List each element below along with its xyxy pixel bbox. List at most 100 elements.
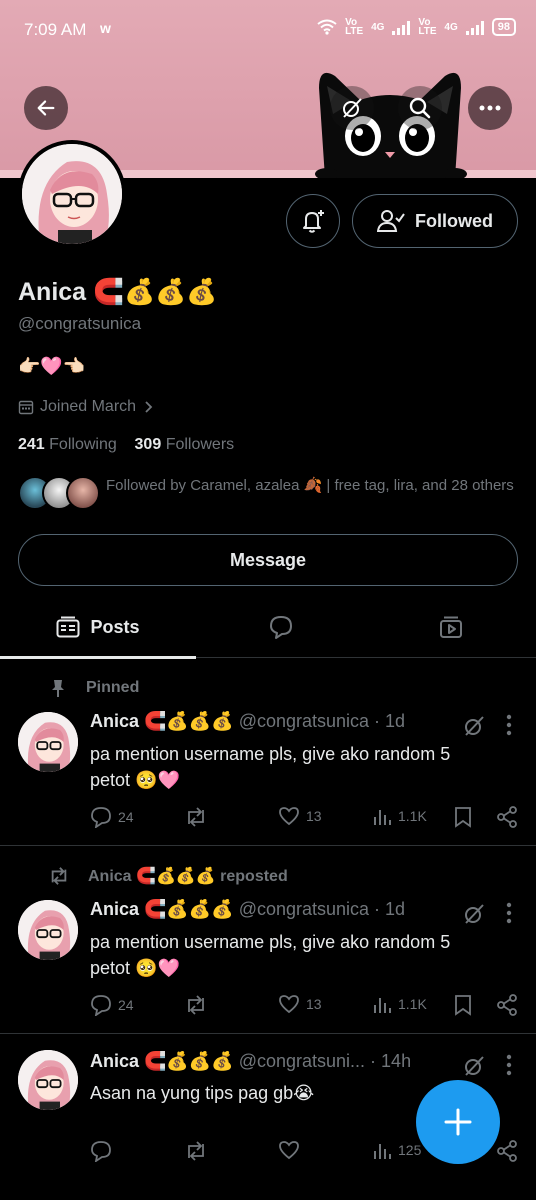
volte-label: Vo LTE — [345, 17, 364, 37]
reply-button[interactable] — [90, 1140, 118, 1162]
repost-button[interactable] — [184, 1140, 214, 1162]
repost-button[interactable] — [184, 994, 214, 1016]
following-button-label: Followed — [415, 210, 493, 231]
share-icon[interactable] — [496, 1140, 518, 1162]
heart-icon — [279, 1141, 299, 1160]
tab-posts[interactable]: Posts — [0, 596, 196, 659]
post-item[interactable]: Anica 🧲💰💰💰 reposted Anica 🧲💰💰💰 @congrats… — [0, 846, 536, 1034]
more-options-button[interactable] — [468, 86, 512, 130]
reply-button[interactable]: 24 — [90, 806, 134, 828]
followed-by[interactable]: Followed by Caramel, azalea 🍂 | free tag… — [18, 476, 518, 510]
like-button[interactable]: 13 — [278, 994, 322, 1014]
signal-icon-2 — [465, 19, 484, 35]
post-avatar[interactable] — [18, 900, 78, 960]
reply-icon — [91, 807, 111, 828]
follower-avatars — [18, 476, 106, 510]
like-button[interactable]: 13 — [278, 806, 322, 826]
bar-chart-icon — [374, 998, 391, 1013]
arrow-left-icon — [37, 100, 55, 116]
more-vertical-icon[interactable] — [506, 902, 512, 924]
message-button[interactable]: Message — [18, 534, 518, 586]
post-time: · 1d — [374, 899, 406, 919]
compose-post-button[interactable] — [416, 1080, 500, 1164]
avatar-image — [18, 1050, 78, 1110]
bookmark-icon[interactable] — [454, 806, 472, 828]
network-gen: 4G — [371, 21, 385, 33]
tab-media[interactable] — [366, 596, 536, 658]
post-author[interactable]: Anica 🧲💰💰💰 — [90, 1051, 234, 1071]
grok-button[interactable] — [330, 86, 374, 130]
post-avatar[interactable] — [18, 1050, 78, 1110]
repost-icon — [188, 1141, 204, 1161]
following-link[interactable]: 241 Following — [18, 436, 117, 453]
post-header: Anica 🧲💰💰💰 @congratsuni... · 14h — [90, 1051, 411, 1072]
system-icons: Vo LTE 4G Vo LTE 4G 98 — [317, 17, 516, 37]
views-button[interactable]: 1.1K — [372, 994, 427, 1014]
post-handle[interactable]: @congratsunica — [239, 899, 369, 919]
views-button[interactable]: 1.1K — [372, 806, 427, 826]
post-avatar[interactable] — [18, 712, 78, 772]
notifications-button[interactable] — [286, 194, 340, 248]
back-button[interactable] — [24, 86, 68, 130]
reply-icon — [91, 1141, 111, 1162]
post-context-label: Pinned — [86, 679, 140, 696]
share-icon[interactable] — [496, 994, 518, 1016]
search-button[interactable] — [398, 86, 442, 130]
followers-label: Followers — [165, 436, 235, 453]
pin-icon — [52, 680, 64, 697]
post-author[interactable]: Anica 🧲💰💰💰 — [90, 899, 234, 919]
status-bar: 7:09 AM w Vo LTE 4G Vo LTE 4G 98 — [0, 0, 536, 60]
bell-plus-icon — [303, 210, 324, 233]
reply-icon — [91, 995, 111, 1016]
avatar-image — [18, 900, 78, 960]
post-author[interactable]: Anica 🧲💰💰💰 — [90, 711, 234, 731]
tab-replies[interactable] — [196, 596, 366, 658]
posts-icon — [56, 616, 80, 638]
grok-icon[interactable] — [462, 902, 486, 926]
signal-icon — [392, 19, 411, 35]
like-button[interactable] — [278, 1140, 306, 1160]
repost-button[interactable] — [184, 806, 214, 828]
post-time: · 1d — [374, 711, 406, 731]
views-button[interactable]: 125 — [372, 1140, 421, 1160]
followed-by-text: Followed by Caramel, azalea 🍂 | free tag… — [106, 477, 514, 494]
bar-chart-icon — [374, 810, 391, 825]
more-vertical-icon[interactable] — [506, 714, 512, 736]
network-gen-2: 4G — [444, 21, 458, 33]
more-vertical-icon[interactable] — [506, 1054, 512, 1076]
post-item[interactable]: Pinned Anica 🧲💰💰💰 @congratsunica · 1d pa… — [0, 658, 536, 846]
following-button[interactable]: Followed — [352, 194, 518, 248]
post-handle[interactable]: @congratsunica — [239, 711, 369, 731]
like-count: 13 — [306, 996, 322, 1012]
grok-icon[interactable] — [462, 714, 486, 738]
follower-avatar — [66, 476, 100, 510]
battery-indicator: 98 — [491, 18, 516, 36]
post-context-label: Anica 🧲💰💰💰 reposted — [88, 868, 288, 885]
chevron-right-icon — [145, 401, 153, 413]
follow-stats: 241 Following 309 Followers — [18, 436, 234, 454]
view-count: 125 — [398, 1142, 422, 1158]
post-actions: 24 13 1.1K — [90, 994, 520, 1018]
grok-icon[interactable] — [462, 1054, 486, 1078]
post-header: Anica 🧲💰💰💰 @congratsunica · 1d — [90, 899, 405, 920]
profile-avatar[interactable] — [18, 140, 126, 248]
calendar-icon — [18, 400, 34, 415]
share-icon[interactable] — [496, 806, 518, 828]
more-horizontal-icon — [479, 105, 501, 111]
joined-date[interactable]: Joined March — [18, 398, 156, 416]
post-text: pa mention username pls, give ako random… — [90, 744, 451, 790]
reply-button[interactable]: 24 — [90, 994, 134, 1016]
bookmark-icon[interactable] — [454, 994, 472, 1016]
reply-count: 24 — [118, 997, 134, 1013]
post-handle[interactable]: @congratsuni... — [239, 1051, 365, 1071]
followers-link[interactable]: 309 Followers — [135, 436, 235, 453]
replies-icon — [270, 616, 292, 639]
post-text: pa mention username pls, give ako random… — [90, 932, 451, 978]
view-count: 1.1K — [398, 996, 427, 1012]
repost-icon — [188, 807, 204, 827]
post-actions: 24 13 1.1K — [90, 806, 520, 830]
profile-tabs: Posts — [0, 596, 536, 659]
plus-icon — [444, 1108, 472, 1136]
view-count: 1.1K — [398, 808, 427, 824]
following-label: Following — [49, 436, 117, 453]
